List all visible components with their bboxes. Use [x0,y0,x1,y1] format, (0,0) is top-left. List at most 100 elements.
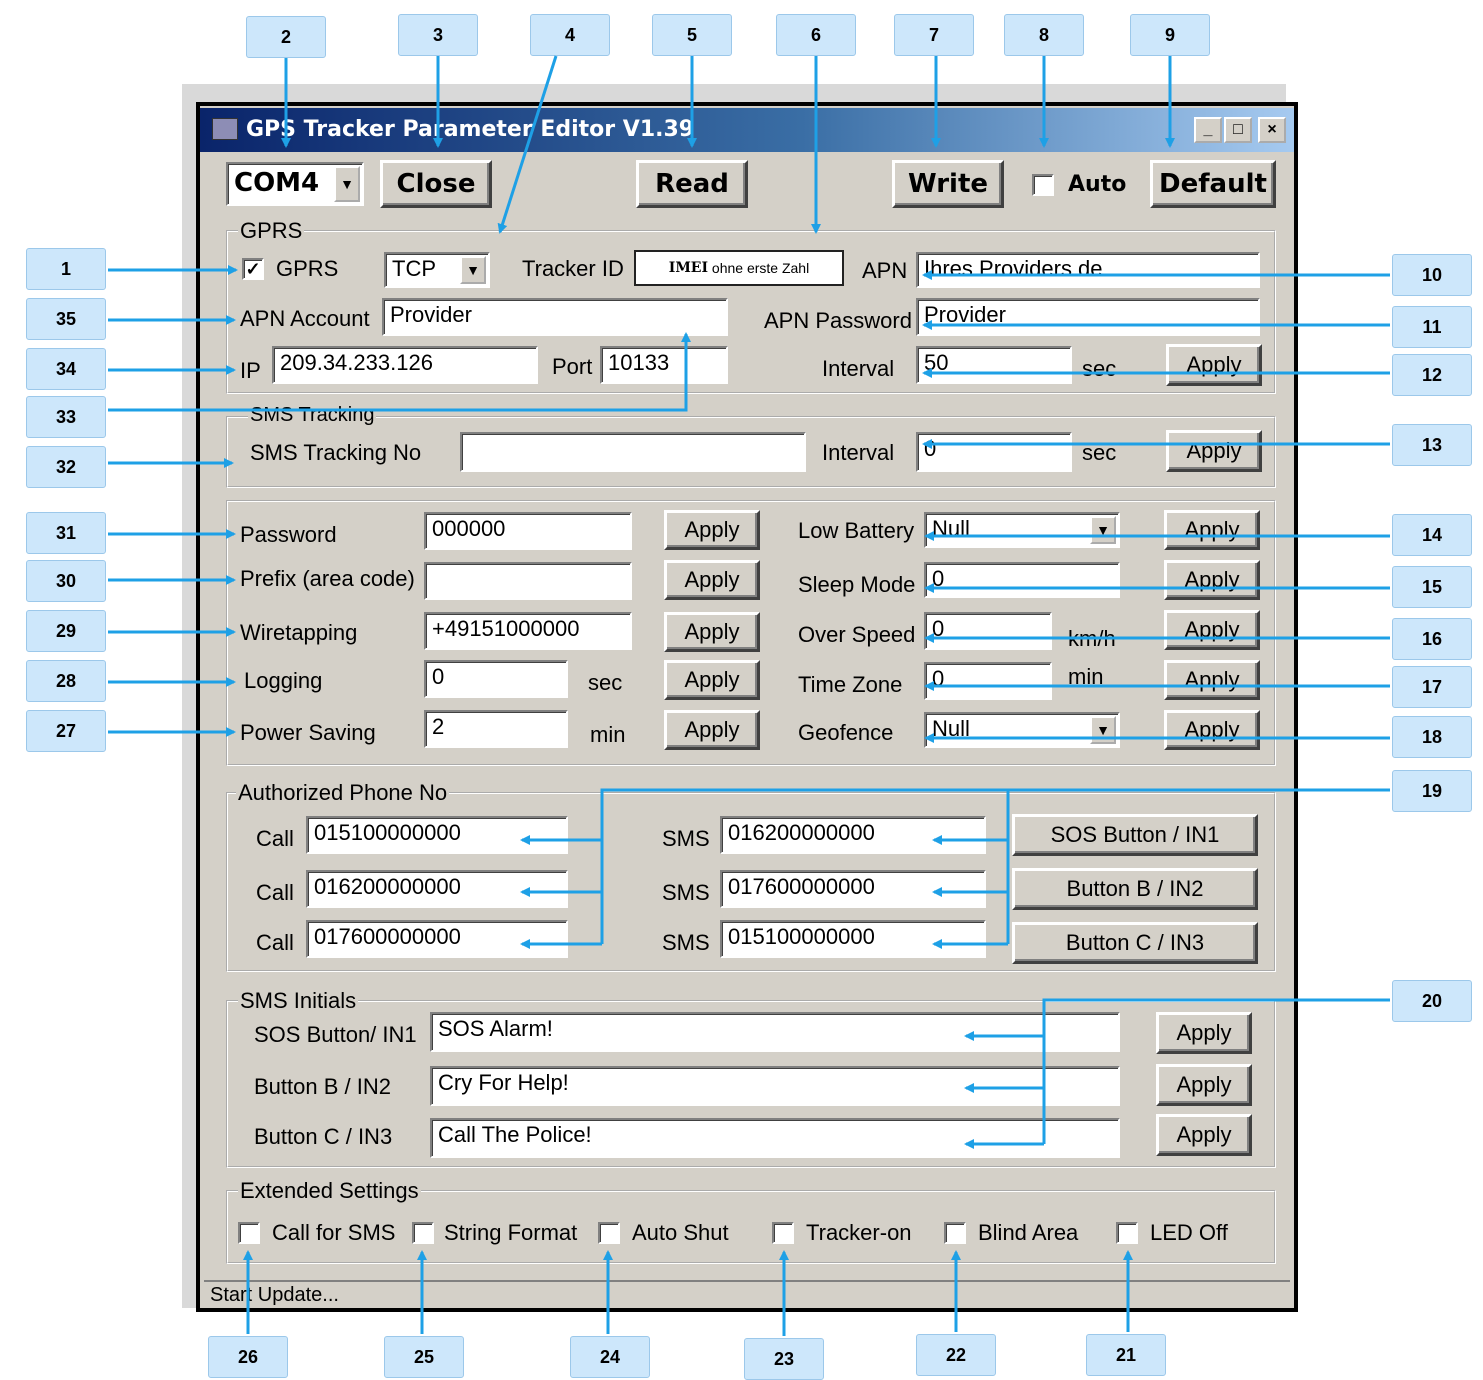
prefix-input[interactable] [424,562,632,600]
sms-number-input[interactable]: 016200000000 [720,816,986,854]
over-speed-unit: km/h [1068,626,1116,651]
power-saving-label: Power Saving [240,720,376,745]
prefix-apply-button[interactable]: Apply [664,560,760,600]
low-battery-label: Low Battery [798,518,915,543]
callout-badge: 32 [26,446,106,488]
sms-tracking-interval-label: Interval [822,440,895,465]
sms-initial-apply-button[interactable]: Apply [1156,1064,1252,1106]
low-battery-apply-button[interactable]: Apply [1164,510,1260,550]
sms-tracking-number-label: SMS Tracking No [250,440,422,465]
com-port-value: COM4 [234,168,320,198]
time-zone-apply-button[interactable]: Apply [1164,660,1260,700]
callout-badge: 9 [1130,14,1210,56]
sleep-mode-label: Sleep Mode [798,572,916,597]
close-button[interactable]: Close [380,160,492,208]
over-speed-input[interactable]: 0 [924,612,1052,650]
sms-initial-input[interactable]: Cry For Help! [430,1066,1120,1106]
button-c-in3-button[interactable]: Button C / IN3 [1012,922,1258,964]
port-label: Port [552,354,593,379]
apn-account-input[interactable]: Provider [382,298,728,336]
apn-password-input[interactable]: Provider [916,298,1260,336]
callout-badge: 6 [776,14,856,56]
geofence-label: Geofence [798,720,894,745]
logging-input[interactable]: 0 [424,660,568,698]
call-number-input[interactable]: 017600000000 [306,920,568,958]
apn-password-label: APN Password [764,308,912,333]
callout-badge: 7 [894,14,974,56]
geofence-dropdown-icon[interactable]: ▼ [1090,716,1116,744]
callout-badge: 23 [744,1338,824,1380]
wiretapping-apply-button[interactable]: Apply [664,612,760,652]
logging-apply-button[interactable]: Apply [664,660,760,700]
status-bar: Start Update... [204,1280,1290,1308]
callout-badge: 33 [26,396,106,438]
led-off-label: LED Off [1150,1220,1228,1245]
low-battery-value: Null [932,516,970,541]
tracker-on-checkbox[interactable] [772,1222,794,1244]
geofence-apply-button[interactable]: Apply [1164,710,1260,750]
ip-input[interactable]: 209.34.233.126 [272,346,538,384]
callout-badge: 5 [652,14,732,56]
auto-shut-checkbox[interactable] [598,1222,620,1244]
callout-badge: 10 [1392,254,1472,296]
power-saving-apply-button[interactable]: Apply [664,710,760,750]
over-speed-apply-button[interactable]: Apply [1164,610,1260,650]
apn-input[interactable]: Ihres Providers.de [916,252,1260,288]
sms-tracking-interval-input[interactable]: 0 [916,432,1072,472]
sms-initial-apply-button[interactable]: Apply [1156,1114,1252,1156]
authorized-phone-group-label: Authorized Phone No [236,780,450,806]
callout-badge: 30 [26,560,106,602]
sleep-mode-apply-button[interactable]: Apply [1164,560,1260,600]
gprs-interval-apply-button[interactable]: Apply [1166,344,1262,386]
callout-badge: 25 [384,1336,464,1378]
sms-tracking-number-input[interactable] [460,432,806,472]
call-number-input[interactable]: 016200000000 [306,870,568,908]
sms-number-input[interactable]: 015100000000 [720,920,986,958]
sos-button-in1-button[interactable]: SOS Button / IN1 [1012,814,1258,856]
string-format-checkbox[interactable] [412,1222,434,1244]
ip-label: IP [240,358,261,383]
sleep-mode-input[interactable]: 0 [924,562,1120,598]
com-port-dropdown-icon[interactable]: ▼ [334,166,360,202]
button-b-in2-button[interactable]: Button B / IN2 [1012,868,1258,910]
time-zone-input[interactable]: 0 [924,662,1052,700]
gprs-interval-input[interactable]: 50 [916,346,1072,384]
call-label: Call [256,880,294,905]
protocol-value: TCP [392,256,436,281]
read-button[interactable]: Read [636,160,748,208]
default-button[interactable]: Default [1150,160,1276,208]
sms-tracking-apply-button[interactable]: Apply [1166,430,1262,472]
call-number-input[interactable]: 015100000000 [306,816,568,854]
sms-number-input[interactable]: 017600000000 [720,870,986,908]
low-battery-dropdown-icon[interactable]: ▼ [1090,516,1116,544]
blind-area-checkbox[interactable] [944,1222,966,1244]
port-input[interactable]: 10133 [600,346,728,384]
minimize-button[interactable]: _ [1194,117,1222,143]
write-button[interactable]: Write [892,160,1004,208]
maximize-button[interactable]: □ [1224,117,1252,143]
led-off-checkbox[interactable] [1116,1222,1138,1244]
sms-initial-input[interactable]: Call The Police! [430,1118,1120,1158]
sms-label: SMS [662,826,710,851]
tracker-id-label: Tracker ID [522,256,624,281]
tracker-id-field[interactable]: IMEI ohne erste Zahl [634,250,844,286]
sms-initial-apply-button[interactable]: Apply [1156,1012,1252,1054]
geofence-value: Null [932,716,970,741]
callout-badge: 28 [26,660,106,702]
wiretapping-input[interactable]: +49151000000 [424,612,632,650]
gprs-checkbox[interactable]: ✓ [242,258,264,280]
gprs-label: GPRS [276,256,339,281]
sms-initial-label: SOS Button/ IN1 [254,1022,417,1047]
power-saving-unit: min [590,722,626,747]
callout-badge: 11 [1392,306,1472,348]
protocol-dropdown-icon[interactable]: ▼ [460,256,486,284]
sms-initial-input[interactable]: SOS Alarm! [430,1012,1120,1052]
call-for-sms-checkbox[interactable] [238,1222,260,1244]
power-saving-input[interactable]: 2 [424,710,568,748]
close-window-button[interactable]: × [1258,117,1286,143]
password-apply-button[interactable]: Apply [664,510,760,550]
gprs-interval-label: Interval [822,356,895,381]
auto-checkbox[interactable] [1032,174,1054,196]
gprs-interval-unit: sec [1082,356,1117,381]
password-input[interactable]: 000000 [424,512,632,550]
